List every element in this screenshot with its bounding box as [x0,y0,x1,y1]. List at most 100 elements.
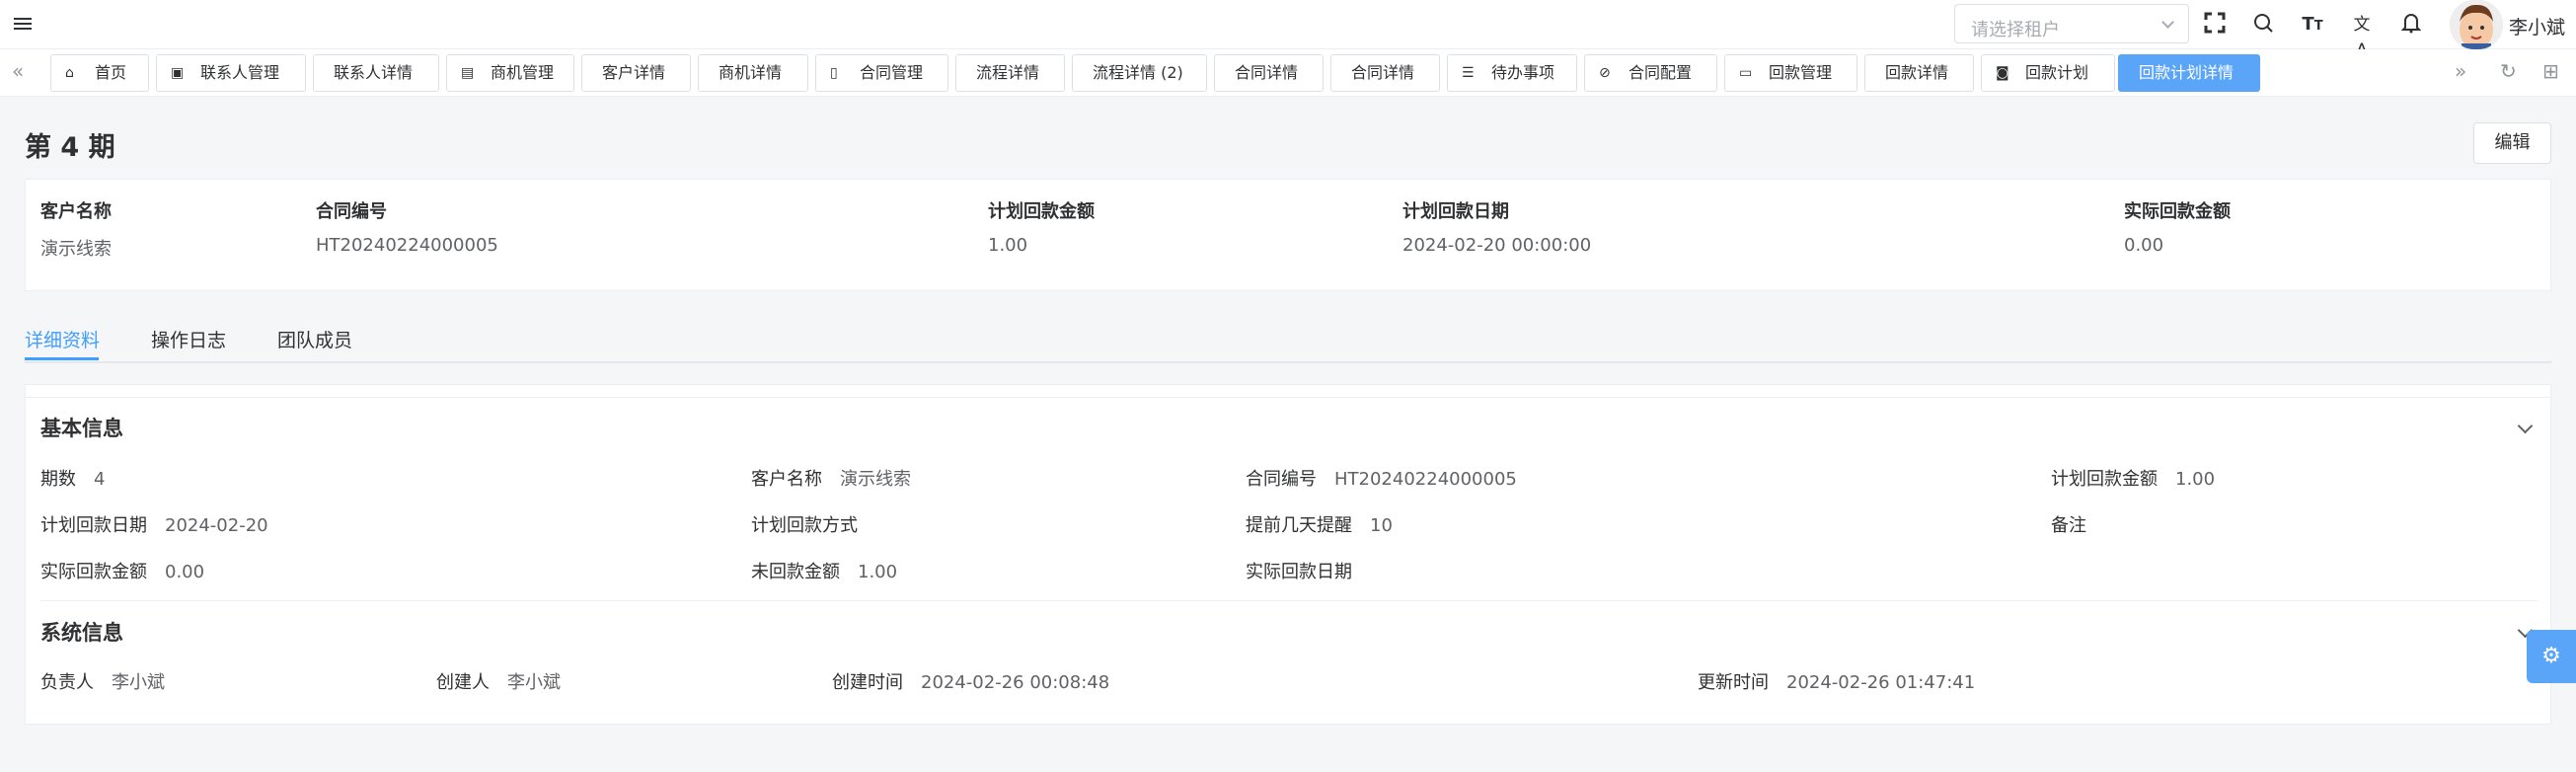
tab-contact-detail[interactable]: 联系人详情 [313,54,439,92]
search-icon[interactable] [2250,12,2276,38]
summary-actual-amount-value: 0.00 [2124,235,2164,256]
tab-payment-detail[interactable]: 回款详情 [1864,54,1974,92]
field-value: 1.00 [858,562,898,582]
tab-label: 合同详情 [1351,63,1415,82]
summary-contract-no-label: 合同编号 [316,201,387,222]
field-contract-no: 合同编号 HT20240224000005 [1246,465,1517,491]
tab-payment-plan[interactable]: ◙ 回款计划 [1981,54,2115,92]
tab-label: 回款计划 [2025,63,2089,82]
tab-process-detail-2[interactable]: 流程详情 (2) [1072,54,1207,92]
field-customer: 客户名称 演示线索 [751,465,911,491]
fullscreen-icon[interactable] [2202,12,2228,38]
tab-contract-detail[interactable]: 合同详情 [1214,54,1324,92]
basic-info-title: 基本信息 [40,417,123,440]
tab-label: 合同配置 [1629,63,1693,82]
tab-home[interactable]: ⌂ 首页 [50,54,149,92]
field-label: 创建人 [436,672,490,693]
summary-plan-amount-label: 计划回款金额 [988,201,1095,222]
field-value: 2024-02-26 00:08:48 [921,672,1110,693]
field-remark: 备注 [2051,511,2104,537]
field-value: 10 [1370,515,1393,536]
settings-gear-icon[interactable]: ⚙ [2527,630,2576,683]
scroll-left-icon[interactable]: « [12,59,24,83]
tab-label: 待办事项 [1491,63,1555,82]
field-label: 未回款金额 [751,562,840,582]
scroll-right-icon[interactable]: » [2455,59,2466,83]
field-label: 负责人 [40,672,94,693]
field-value: 0.00 [165,562,205,582]
field-plan-date: 计划回款日期 2024-02-20 [40,511,268,537]
summary-plan-date-label: 计划回款日期 [1402,201,1509,222]
tab-label: 回款计划详情 [2139,63,2235,82]
tab-contract-config[interactable]: ⊘ 合同配置 [1584,54,1717,92]
tab-label: 流程详情 (2) [1093,63,1183,82]
field-created-time: 创建时间 2024-02-26 00:08:48 [832,668,1109,694]
detail-tabs: 详细资料 操作日志 团队成员 [25,314,2551,363]
tab-todo[interactable]: ☰ 待办事项 [1447,54,1577,92]
field-plan-amount: 计划回款金额 1.00 [2051,465,2215,491]
tab-contact-management[interactable]: ▣ 联系人管理 [156,54,306,92]
field-value: 2024-02-26 01:47:41 [1786,672,1976,693]
field-remind-days: 提前几天提醒 10 [1246,511,1393,537]
bus-icon: ▤ [461,65,475,81]
field-actual-date: 实际回款日期 [1246,558,1370,583]
field-value: HT20240224000005 [1334,469,1517,490]
menu-toggle-icon[interactable] [14,15,34,35]
tab-label: 商机详情 [719,63,783,82]
grid-menu-icon[interactable]: ⊞ [2542,59,2559,83]
active-tab-indicator [25,357,99,360]
field-owner: 负责人 李小斌 [40,668,165,694]
field-label: 计划回款日期 [40,515,147,536]
tab-customer-detail[interactable]: 客户详情 [581,54,691,92]
tab-label: 联系人管理 [200,63,280,82]
field-actual-amount: 实际回款金额 0.00 [40,558,204,583]
tab-opportunity-management[interactable]: ▤ 商机管理 [446,54,574,92]
tab-contract-detail-2[interactable]: 合同详情 [1330,54,1440,92]
top-header: 请选择租户 TT 文A 李小斌 [0,0,2576,60]
field-period: 期数 4 [40,465,105,491]
field-label: 合同编号 [1246,469,1317,490]
contact-icon: ▣ [171,65,185,81]
field-unpaid-amount: 未回款金额 1.00 [751,558,897,583]
summary-contract-no-value: HT20240224000005 [316,235,498,256]
section-divider [26,397,2552,398]
refresh-icon[interactable]: ↻ [2500,59,2517,83]
username[interactable]: 李小斌 [2509,13,2565,39]
font-size-icon[interactable]: TT [2300,12,2325,38]
tab-payment-management[interactable]: ▭ 回款管理 [1724,54,1857,92]
system-info-title: 系统信息 [40,621,123,645]
tab-team-members[interactable]: 团队成员 [277,326,352,352]
field-label: 创建时间 [832,672,903,693]
field-value: 1.00 [2175,469,2216,490]
summary-card: 客户名称 演示线索 合同编号 HT20240224000005 计划回款金额 1… [25,179,2551,291]
tab-detail-info[interactable]: 详细资料 [25,326,100,352]
summary-customer-value: 演示线索 [40,239,112,260]
tab-label: 合同详情 [1235,63,1299,82]
tab-label: 联系人详情 [334,63,414,82]
chevron-down-icon [2161,16,2174,29]
tab-operation-log[interactable]: 操作日志 [151,326,226,352]
tenant-select[interactable]: 请选择租户 [1954,4,2189,43]
tab-opportunity-detail[interactable]: 商机详情 [698,54,808,92]
field-label: 实际回款日期 [1246,562,1352,582]
tab-label: 客户详情 [602,63,666,82]
field-label: 备注 [2051,515,2086,536]
detail-card: 基本信息 期数 4 客户名称 演示线索 合同编号 HT20240224000005 计… [25,384,2552,725]
tab-process-detail[interactable]: 流程详情 [955,54,1065,92]
avatar[interactable] [2450,0,2503,49]
field-label: 客户名称 [751,469,822,490]
tab-label: 回款管理 [1769,63,1833,82]
field-value: 4 [94,469,106,490]
tab-payment-plan-detail[interactable]: 回款计划详情 [2118,54,2260,92]
translate-icon[interactable]: 文A [2349,12,2375,60]
summary-customer-label: 客户名称 [40,201,112,222]
edit-button[interactable]: 编辑 [2473,122,2551,164]
tab-contract-management[interactable]: ▯ 合同管理 [815,54,948,92]
bell-icon[interactable] [2398,12,2424,38]
field-updated-time: 更新时间 2024-02-26 01:47:41 [1698,668,1975,694]
tab-label: 流程详情 [976,63,1040,82]
chevron-down-icon[interactable] [2517,418,2534,434]
field-label: 计划回款金额 [2051,469,2158,490]
tab-label: 首页 [95,63,127,82]
field-value: 李小斌 [112,672,165,693]
